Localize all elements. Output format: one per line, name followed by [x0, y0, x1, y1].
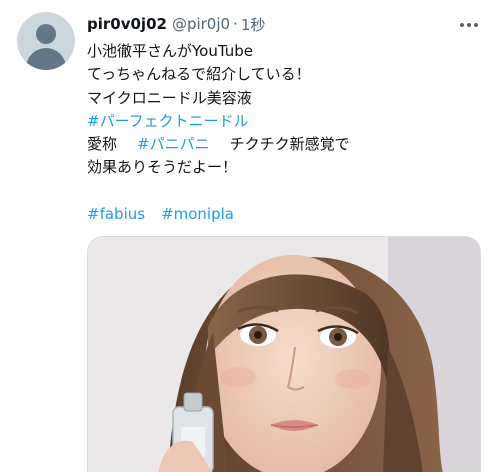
more-dot — [467, 23, 471, 27]
text-segment: チクチク新感覚で — [229, 135, 350, 154]
author-name[interactable]: pir0v0j02 — [87, 15, 167, 33]
text-line: 効果ありそうだよー！ — [87, 158, 238, 177]
hashtag-link[interactable]: #fabius — [87, 205, 145, 223]
more-dot — [460, 23, 464, 27]
hashtag-link[interactable]: #monipla — [161, 205, 234, 223]
more-horizontal-icon[interactable] — [456, 15, 482, 35]
header-separator: · — [233, 15, 238, 33]
default-profile-icon — [36, 24, 56, 44]
tweet-photo[interactable] — [87, 236, 481, 472]
text-segment: 愛称 — [87, 135, 118, 154]
hashtag-link[interactable]: #パニパニ — [137, 135, 210, 153]
tweet-card[interactable]: pir0v0j02 @pir0j0 · 1秒 小池徹平さんがYouTube てっ… — [0, 0, 500, 472]
tweet-timestamp[interactable]: 1秒 — [241, 14, 266, 35]
text-line: #fabius #monipla — [87, 203, 350, 226]
text-line: てっちゃんねるで紹介している！ — [87, 65, 311, 84]
text-line: 小池徹平さんがYouTube — [87, 42, 253, 60]
more-dot — [474, 23, 478, 27]
photo-illustration — [88, 237, 480, 472]
author-handle[interactable]: @pir0j0 — [172, 15, 230, 33]
avatar[interactable] — [17, 12, 75, 70]
default-profile-shoulders — [26, 48, 66, 70]
hashtag-link[interactable]: #パーフェクトニードル — [87, 112, 249, 130]
text-line: マイクロニードル美容液 — [87, 88, 252, 107]
text-line: 愛称 #パニパニ チクチク新感覚で — [87, 133, 350, 156]
tweet-header: pir0v0j02 @pir0j0 · 1秒 — [87, 13, 265, 35]
text-line: #パーフェクトニードル — [87, 110, 350, 133]
tweet-text: 小池徹平さんがYouTube てっちゃんねるで紹介している！ マイクロニードル美… — [87, 40, 350, 226]
